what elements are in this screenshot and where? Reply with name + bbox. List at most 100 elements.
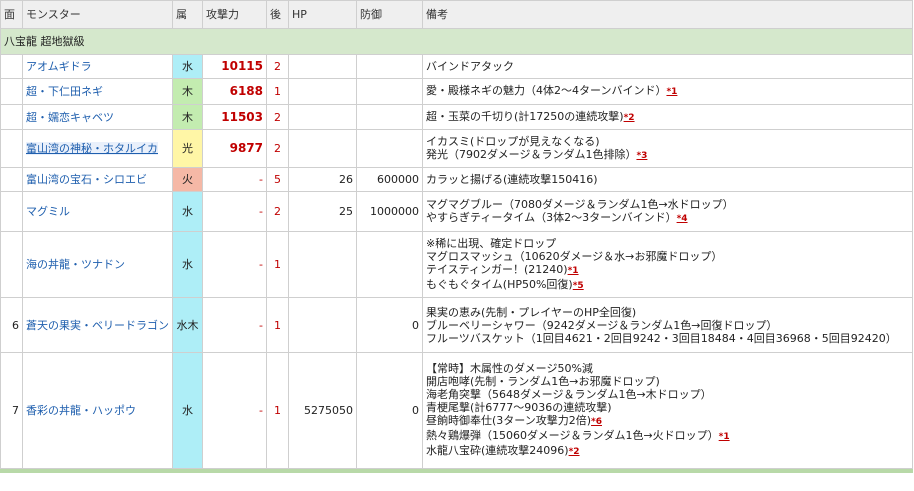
turn-cell: 5 [266,167,289,192]
notes-cell: イカスミ(ドロップが見えなくなる) 発光（7902ダメージ＆ランダム1色排除）*3 [422,129,913,168]
note-line: やすらぎティータイム（3体2〜3ターンバインド）*4 [426,210,688,224]
footnote-link[interactable]: *6 [591,417,602,427]
floor-cell: 6 [0,297,23,353]
note-line: マグロスマッシュ（10620ダメージ＆水→お邪魔ドロップ） [426,249,723,263]
defense-cell: 600000 [356,167,423,192]
floor-cell [0,78,23,105]
monster-link[interactable]: 超・嬬恋キャベツ [26,111,114,124]
monster-link[interactable]: 香彩の丼龍・ハッポウ [26,404,136,417]
defense-cell [356,78,423,105]
note-line: 超・玉菜の千切り(計17250の連続攻撃)*2 [426,109,635,123]
monster-name-cell: 香彩の丼龍・ハッポウ [22,352,173,469]
attribute-cell: 光 [172,129,203,168]
attribute-cell: 水木 [172,297,203,353]
note-line: 水龍八宝砕(連続攻撃24096)*2 [426,444,580,457]
footnote-link[interactable]: *4 [677,214,688,224]
attack-cell: - [202,352,267,469]
note-line: ブルーベリーシャワー（9242ダメージ＆ランダム1色→回復ドロップ） [426,318,778,332]
turn-cell: 2 [266,191,289,232]
footnote-link[interactable]: *2 [569,447,580,457]
table-row: 富山湾の神秘・ホタルイカ 光 9877 2 イカスミ(ドロップが見えなくなる) 発光（79… [0,129,913,168]
notes-cell: 果実の恵み(先制・プレイヤーのHP全回復) ブルーベリーシャワー（9242ダメージ… [422,297,913,353]
table-row: 富山湾の宝石・シロエビ 火 -5 26 600000 カラッと揚げる(連続攻撃150416… [0,167,913,192]
footnote-link[interactable]: *1 [719,432,730,442]
note-line: イカスミ(ドロップが見えなくなる) [426,134,600,148]
turn-cell: 2 [266,129,289,168]
note-line: バインドアタック [426,60,514,73]
defense-cell [356,104,423,130]
hp-cell: 5275050 [288,352,357,469]
attack-cell: - [202,297,267,353]
hp-cell [288,104,357,130]
footnote-link[interactable]: *1 [568,266,579,276]
monster-name-cell: 富山湾の神秘・ホタルイカ [22,129,173,168]
col-monster[interactable]: モンスター [22,0,173,29]
monster-link[interactable]: マグミル [26,205,70,218]
attribute-cell: 水 [172,54,203,79]
turn-cell: 1 [266,352,289,469]
floor-cell [0,129,23,168]
note-line: 海老角突撃（5648ダメージ＆ランダム1色→木ドロップ） [426,388,712,401]
monster-table: 面 モンスター 属 攻撃力 後 HP 防御 備考 八宝龍 超地獄級 アオムギドラ… [0,0,913,469]
monster-link[interactable]: 富山湾の宝石・シロエビ [26,173,147,186]
floor-cell [0,191,23,232]
note-line: 熱々鶏爆弾（15060ダメージ＆ランダム1色→火ドロップ）*1 [426,429,730,442]
col-attr[interactable]: 属 [172,0,203,29]
monster-link[interactable]: アオムギドラ [26,60,92,73]
monster-link[interactable]: 蒼天の果実・ベリードラゴン [26,319,169,332]
notes-cell: マグマグブルー（7080ダメージ＆ランダム1色→水ドロップ） やすらぎティータイム… [422,191,913,232]
group-row: 八宝龍 超地獄級 [0,28,913,55]
turn-cell: 1 [266,231,289,298]
attack-cell: 11503 [202,104,267,130]
col-turn[interactable]: 後 [266,0,289,29]
monster-link[interactable]: 超・下仁田ネギ [26,85,103,98]
note-line: 青梗尾撃(計6777〜9036の連続攻撃) [426,401,612,414]
col-floor[interactable]: 面 [0,0,23,29]
note-line: マグマグブルー（7080ダメージ＆ランダム1色→水ドロップ） [426,197,734,211]
monster-link[interactable]: 海の丼龍・ツナドン [26,258,125,271]
notes-cell: ※稀に出現、確定ドロップ マグロスマッシュ（10620ダメージ＆水→お邪魔ドロップ… [422,231,913,298]
note-line: 発光（7902ダメージ＆ランダム1色排除）*3 [426,147,648,161]
note-line: フルーツバスケット（1回目4621・2回目9242・3回目18484・4回目36… [426,331,897,345]
attack-cell: - [202,191,267,232]
footnote-link[interactable]: *1 [666,87,677,97]
footnote-link[interactable]: *2 [624,113,635,123]
defense-cell: 0 [356,297,423,353]
monster-name-cell: 富山湾の宝石・シロエビ [22,167,173,192]
notes-cell: 超・玉菜の千切り(計17250の連続攻撃)*2 [422,104,913,130]
monster-name-cell: 超・下仁田ネギ [22,78,173,105]
attack-cell: 9877 [202,129,267,168]
col-notes[interactable]: 備考 [422,0,913,29]
note-line: 昼餉時御奉仕(3ターン攻撃力2倍)*6 [426,414,602,427]
defense-cell [356,231,423,298]
attribute-cell: 水 [172,352,203,469]
monster-name-cell: 超・嬬恋キャベツ [22,104,173,130]
monster-name-cell: 蒼天の果実・ベリードラゴン [22,297,173,353]
turn-cell: 1 [266,297,289,353]
hp-cell [288,231,357,298]
defense-cell: 0 [356,352,423,469]
col-hp[interactable]: HP [288,0,357,29]
table-row: 超・嬬恋キャベツ 木 11503 2 超・玉菜の千切り(計17250の連続攻撃)*2 [0,104,913,130]
attack-cell: 10115 [202,54,267,79]
defense-cell [356,129,423,168]
monster-link[interactable]: 富山湾の神秘・ホタルイカ [26,142,158,155]
footnote-link[interactable]: *3 [636,151,647,161]
defense-cell [356,54,423,79]
turn-cell: 2 [266,104,289,130]
header-row: 面 モンスター 属 攻撃力 後 HP 防御 備考 [0,0,913,29]
table-row: マグミル 水 -2 25 1000000 マグマグブルー（7080ダメージ＆ランダム1色→… [0,191,913,232]
notes-cell: バインドアタック [422,54,913,79]
footnote-link[interactable]: *5 [573,281,584,291]
table-bottom-border [0,469,913,473]
monster-name-cell: アオムギドラ [22,54,173,79]
attack-cell: - [202,231,267,298]
note-line: カラッと揚げる(連続攻撃150416) [426,173,598,186]
note-line: 【常時】木属性のダメージ50%減 [426,362,593,375]
notes-cell: 【常時】木属性のダメージ50%減 開店咆哮(先制・ランダム1色→お邪魔ドロップ) 海… [422,352,913,469]
hp-cell: 26 [288,167,357,192]
col-atk[interactable]: 攻撃力 [202,0,267,29]
floor-cell [0,104,23,130]
col-def[interactable]: 防御 [356,0,423,29]
hp-cell [288,78,357,105]
